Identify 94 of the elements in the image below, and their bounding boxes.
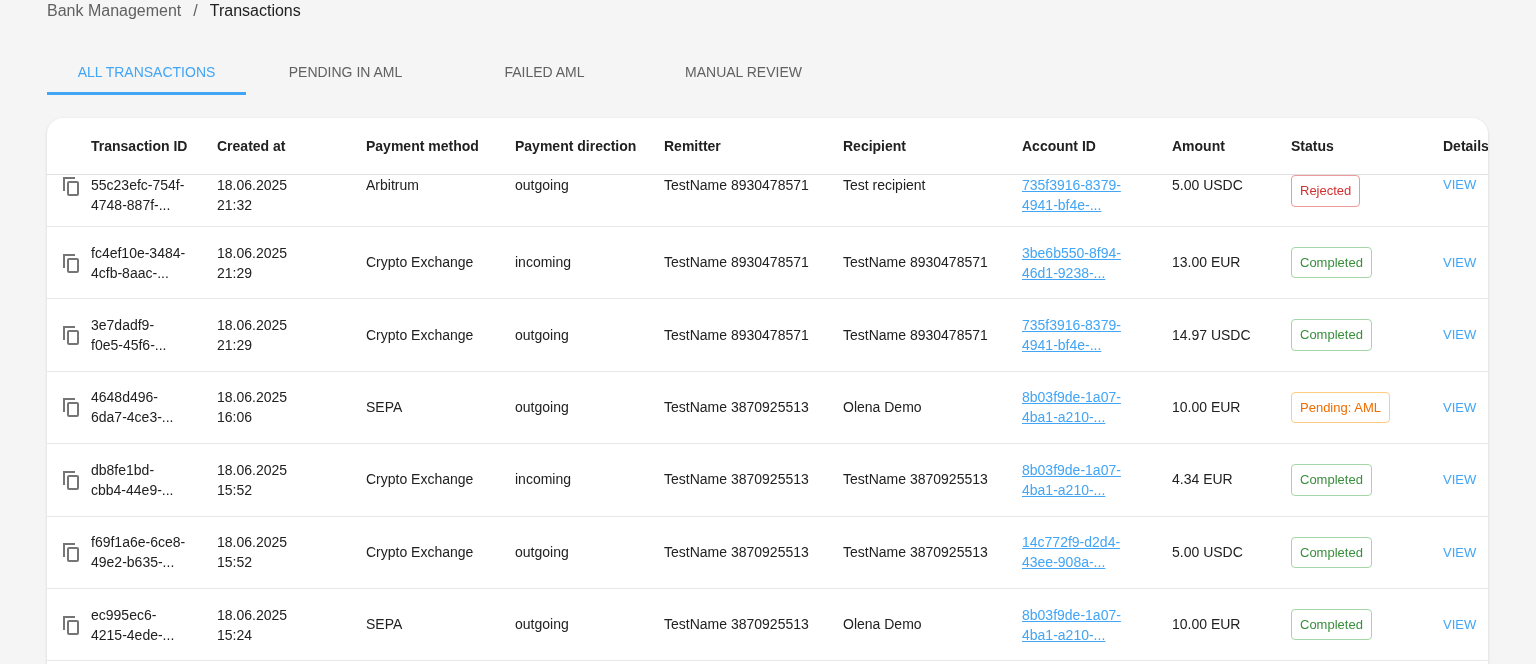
status-badge: Completed <box>1291 464 1372 496</box>
payment-method: SEPA <box>366 397 404 417</box>
column-header: Account ID <box>1022 136 1097 156</box>
payment-method: Crypto Exchange <box>366 253 475 273</box>
status-badge: Completed <box>1291 608 1372 641</box>
remitter: TestName 3870925513 <box>664 470 810 490</box>
payment-method: Crypto Exchange <box>366 470 475 490</box>
status-badge: Completed <box>1291 319 1372 351</box>
copy-icon[interactable] <box>61 541 81 564</box>
column-header: Status <box>1291 136 1335 156</box>
transaction-id: fc4ef10e-3484- 4cfb-8aac-... <box>91 243 187 283</box>
view-link[interactable]: VIEW <box>1443 252 1488 273</box>
created-at: 18.06.2025 15:52 <box>217 460 289 500</box>
view-link[interactable]: VIEW <box>1443 397 1488 418</box>
account-id-link[interactable]: 14c772f9-d2d4- 43ee-908a-... <box>1022 532 1172 573</box>
copy-icon[interactable] <box>61 324 81 347</box>
status-badge: Pending: AML <box>1291 391 1390 424</box>
view-link[interactable]: VIEW <box>1443 470 1488 490</box>
remitter: TestName 8930478571 <box>664 253 810 273</box>
amount: 5.00 USDC <box>1172 542 1244 562</box>
view-link[interactable]: VIEW <box>1443 325 1488 345</box>
status-badge: Completed <box>1291 246 1372 279</box>
remitter: TestName 8930478571 <box>664 176 810 195</box>
recipient: Test recipient <box>843 176 927 195</box>
recipient: TestName 8930478571 <box>843 325 989 345</box>
view-link[interactable]: VIEW <box>1443 614 1488 635</box>
created-at: 18.06.2025 21:29 <box>217 243 289 283</box>
status-badge: Rejected <box>1291 175 1361 207</box>
recipient: TestName 3870925513 <box>843 470 989 490</box>
copy-icon[interactable] <box>61 251 81 274</box>
payment-direction: outgoing <box>515 615 570 635</box>
amount: 5.00 USDC <box>1172 176 1244 195</box>
copy-icon[interactable] <box>61 175 81 197</box>
remitter: TestName 8930478571 <box>664 325 810 345</box>
payment-method: Crypto Exchange <box>366 325 475 345</box>
transaction-id: 55c23efc-754f- 4748-887f-... <box>91 176 186 215</box>
amount: 13.00 EUR <box>1172 253 1242 273</box>
account-id-link[interactable]: 3be6b550-8f94- 46d1-9238-... <box>1022 242 1172 283</box>
remitter: TestName 3870925513 <box>664 542 810 562</box>
payment-method: Crypto Exchange <box>366 542 475 562</box>
created-at: 18.06.2025 16:06 <box>217 388 289 428</box>
transaction-id: db8fe1bd- cbb4-44e9-... <box>91 460 175 500</box>
account-id-link[interactable]: 735f3916-8379- 4941-bf4e-... <box>1022 175 1172 215</box>
copy-icon[interactable] <box>61 396 81 419</box>
amount: 4.34 EUR <box>1172 470 1234 490</box>
tab[interactable]: FAILED AML <box>445 57 644 95</box>
breadcrumb-current: Transactions <box>209 1 301 21</box>
payment-direction: outgoing <box>515 397 570 417</box>
remitter: TestName 3870925513 <box>664 397 810 417</box>
account-id-link[interactable]: 8b03f9de-1a07- 4ba1-a210-... <box>1022 604 1172 645</box>
account-id-link[interactable]: 8b03f9de-1a07- 4ba1-a210-... <box>1022 387 1172 428</box>
recipient: TestName 3870925513 <box>843 542 989 562</box>
amount: 10.00 EUR <box>1172 397 1242 417</box>
payment-direction: incoming <box>515 470 573 490</box>
breadcrumb-separator: / <box>192 1 199 21</box>
account-id-link[interactable]: 8b03f9de-1a07- 4ba1-a210-... <box>1022 459 1172 500</box>
view-link[interactable]: VIEW <box>1443 175 1488 195</box>
copy-icon[interactable] <box>61 468 81 491</box>
transaction-id: ec995ec6- 4215-4ede-... <box>91 605 176 645</box>
column-header: Amount <box>1172 136 1226 156</box>
column-header: Transaction ID <box>91 136 189 156</box>
column-header: Recipient <box>843 136 907 156</box>
amount: 14.97 USDC <box>1172 325 1252 345</box>
tab[interactable]: PENDING IN AML <box>246 57 445 95</box>
payment-direction: outgoing <box>515 325 570 345</box>
column-header: Created at <box>217 136 287 156</box>
remitter: TestName 3870925513 <box>664 615 810 635</box>
payment-direction: outgoing <box>515 176 570 195</box>
created-at: 18.06.2025 15:52 <box>217 533 289 573</box>
column-header: Details <box>1443 136 1488 156</box>
recipient: Olena Demo <box>843 615 923 635</box>
copy-icon[interactable] <box>61 613 81 636</box>
transaction-id: f69f1a6e-6ce8- 49e2-b635-... <box>91 533 187 573</box>
column-header: Payment method <box>366 136 480 156</box>
transaction-id: 3e7dadf9- f0e5-45f6-... <box>91 316 168 356</box>
recipient: TestName 8930478571 <box>843 253 989 273</box>
payment-direction: outgoing <box>515 542 570 562</box>
tab[interactable]: ALL TRANSACTIONS <box>47 57 246 95</box>
status-badge: Completed <box>1291 536 1372 568</box>
view-link[interactable]: VIEW <box>1443 542 1488 562</box>
payment-method: SEPA <box>366 615 404 635</box>
payment-direction: incoming <box>515 253 573 273</box>
payment-method: Arbitrum <box>366 176 420 195</box>
breadcrumb-link[interactable]: Bank Management <box>47 0 182 23</box>
created-at: 18.06.2025 21:32 <box>217 176 289 215</box>
recipient: Olena Demo <box>843 397 923 417</box>
account-id-link[interactable]: 735f3916-8379- 4941-bf4e-... <box>1022 315 1172 356</box>
created-at: 18.06.2025 21:29 <box>217 316 289 356</box>
column-header: Payment direction <box>515 136 638 156</box>
tab[interactable]: MANUAL REVIEW <box>644 57 843 95</box>
column-header: Remitter <box>664 136 722 156</box>
created-at: 18.06.2025 15:24 <box>217 605 289 645</box>
transaction-id: 4648d496- 6da7-4ce3-... <box>91 388 175 428</box>
amount: 10.00 EUR <box>1172 615 1242 635</box>
